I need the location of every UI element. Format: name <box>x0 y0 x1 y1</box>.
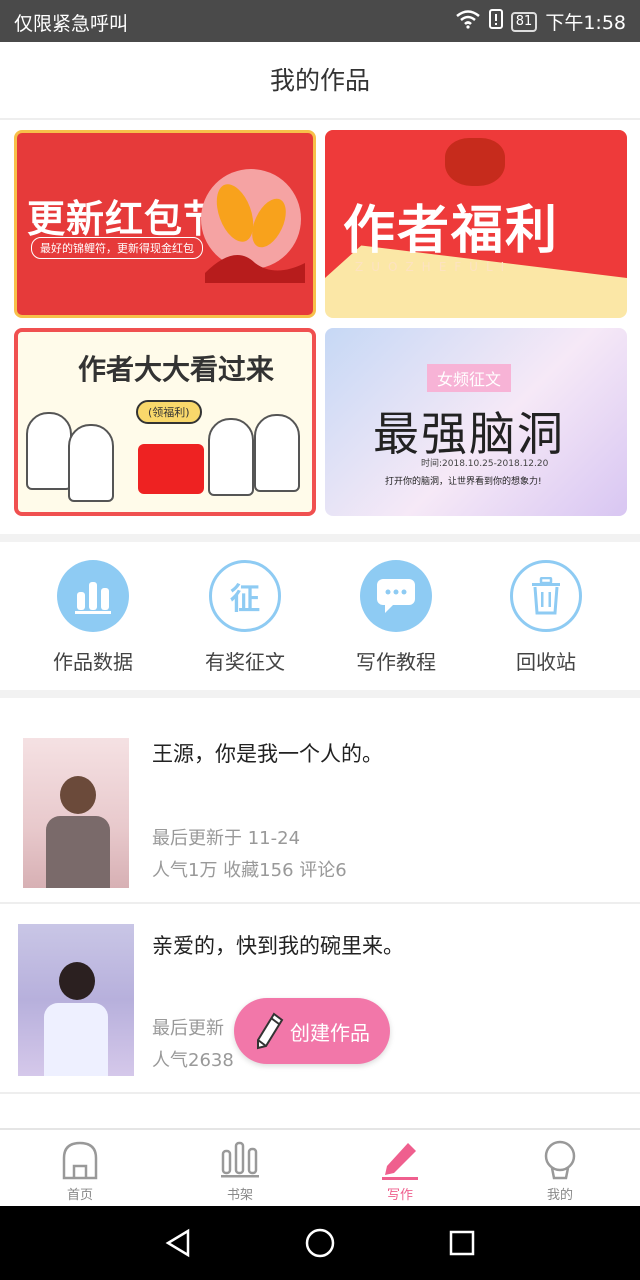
ghost-icon <box>254 414 300 492</box>
bar-chart-icon <box>57 560 129 632</box>
ghost-icon <box>68 424 114 502</box>
red-envelope-icon <box>138 444 204 494</box>
banner-come-see-title: 作者大大看过来 <box>78 353 275 386</box>
banner-contest[interactable]: 女频征文 最强脑洞 时间:2018.10.25-2018.12.20 打开你的脑… <box>325 328 627 516</box>
page-title: 我的作品 <box>0 42 640 120</box>
carrier-text: 仅限紧急呼叫 <box>14 13 129 35</box>
quick-actions: 作品数据 征 有奖征文 写作教程 回收站 <box>0 542 640 690</box>
action-label: 作品数据 <box>53 650 133 674</box>
create-work-button[interactable]: 创建作品 <box>234 998 390 1064</box>
action-label: 写作教程 <box>356 650 436 674</box>
message-icon <box>360 560 432 632</box>
action-label: 有奖征文 <box>205 650 285 674</box>
tab-profile[interactable]: 我的 <box>480 1138 640 1203</box>
banner-come-see-tag: (领福利) <box>136 400 202 424</box>
work-stats: 人气1万 收藏156 评论6 <box>152 860 347 881</box>
action-tutorial[interactable]: 写作教程 <box>321 560 471 675</box>
alert-icon <box>488 9 503 34</box>
work-updated: 最后更新 <box>152 1018 224 1039</box>
create-work-label: 创建作品 <box>290 1020 370 1045</box>
status-icons: 81 下午1:58 <box>455 8 626 35</box>
tab-label: 我的 <box>546 1188 573 1203</box>
tab-label: 书架 <box>226 1188 253 1203</box>
bookshelf-icon <box>160 1138 320 1182</box>
action-label: 回收站 <box>516 650 576 674</box>
work-title: 亲爱的，快到我的碗里来。 <box>152 934 404 958</box>
banner-welfare-title: 作者福利 <box>343 201 560 261</box>
banner-come-see[interactable]: 作者大大看过来 (领福利) <box>14 328 316 516</box>
banner-contest-tag: 女频征文 <box>427 364 512 392</box>
section-divider <box>0 534 640 542</box>
ghost-icon <box>208 418 254 496</box>
banner-red-packet-subtitle: 最好的锦鲤符，更新得现金红包 <box>31 237 203 259</box>
contest-glyph: 征 <box>230 582 260 617</box>
recents-icon[interactable] <box>442 1226 482 1260</box>
home-circle-icon[interactable] <box>300 1226 340 1260</box>
contest-icon: 征 <box>209 560 281 632</box>
list-item[interactable]: 王源，你是我一个人的。 最后更新于 11-24 人气1万 收藏156 评论6 <box>0 700 640 904</box>
tab-bookshelf[interactable]: 书架 <box>160 1138 320 1203</box>
system-nav-bar <box>0 1206 640 1280</box>
back-icon[interactable] <box>158 1226 198 1260</box>
banner-contest-desc: 打开你的脑洞，让世界看到你的想象力! <box>385 477 542 487</box>
bottom-tab-bar: 首页 书架 写作 我的 <box>0 1128 640 1206</box>
work-updated: 最后更新于 11-24 <box>152 828 301 849</box>
banner-contest-date: 时间:2018.10.25-2018.12.20 <box>421 459 549 469</box>
home-icon <box>0 1138 160 1182</box>
profile-icon <box>480 1138 640 1182</box>
banner-grid: 更新红包节 最好的锦鲤符，更新得现金红包 作者福利 ZUOZHEFULI 作者大… <box>0 120 640 534</box>
trash-icon <box>510 560 582 632</box>
battery-icon: 81 <box>510 11 538 32</box>
tab-write[interactable]: 写作 <box>320 1138 480 1203</box>
tab-home[interactable]: 首页 <box>0 1138 160 1203</box>
banner-contest-title: 最强脑洞 <box>373 407 565 461</box>
ghost-icon <box>26 412 72 490</box>
work-cover-image <box>18 924 134 1076</box>
action-work-data[interactable]: 作品数据 <box>18 560 168 675</box>
wifi-icon <box>455 9 481 34</box>
tab-label: 写作 <box>386 1188 413 1203</box>
banner-red-packet[interactable]: 更新红包节 最好的锦鲤符，更新得现金红包 <box>14 130 316 318</box>
work-cover-image <box>23 738 129 888</box>
action-recycle-bin[interactable]: 回收站 <box>471 560 621 675</box>
section-divider <box>0 690 640 698</box>
banner-welfare-pinyin: ZUOZHEFULI <box>355 260 513 274</box>
banner-red-packet-title: 更新红包节 <box>27 197 223 241</box>
status-bar: 仅限紧急呼叫 81 下午1:58 <box>0 0 640 42</box>
tab-label: 首页 <box>66 1188 93 1203</box>
koi-fish-icon <box>201 169 305 283</box>
clock: 下午1:58 <box>545 12 626 34</box>
work-stats: 人气2638 <box>152 1050 234 1071</box>
work-title: 王源，你是我一个人的。 <box>152 742 383 766</box>
banner-welfare[interactable]: 作者福利 ZUOZHEFULI <box>325 130 627 318</box>
pencil-icon <box>254 1012 284 1055</box>
money-bag-icon <box>445 138 505 186</box>
pen-icon <box>320 1138 480 1182</box>
action-contest[interactable]: 征 有奖征文 <box>170 560 320 675</box>
